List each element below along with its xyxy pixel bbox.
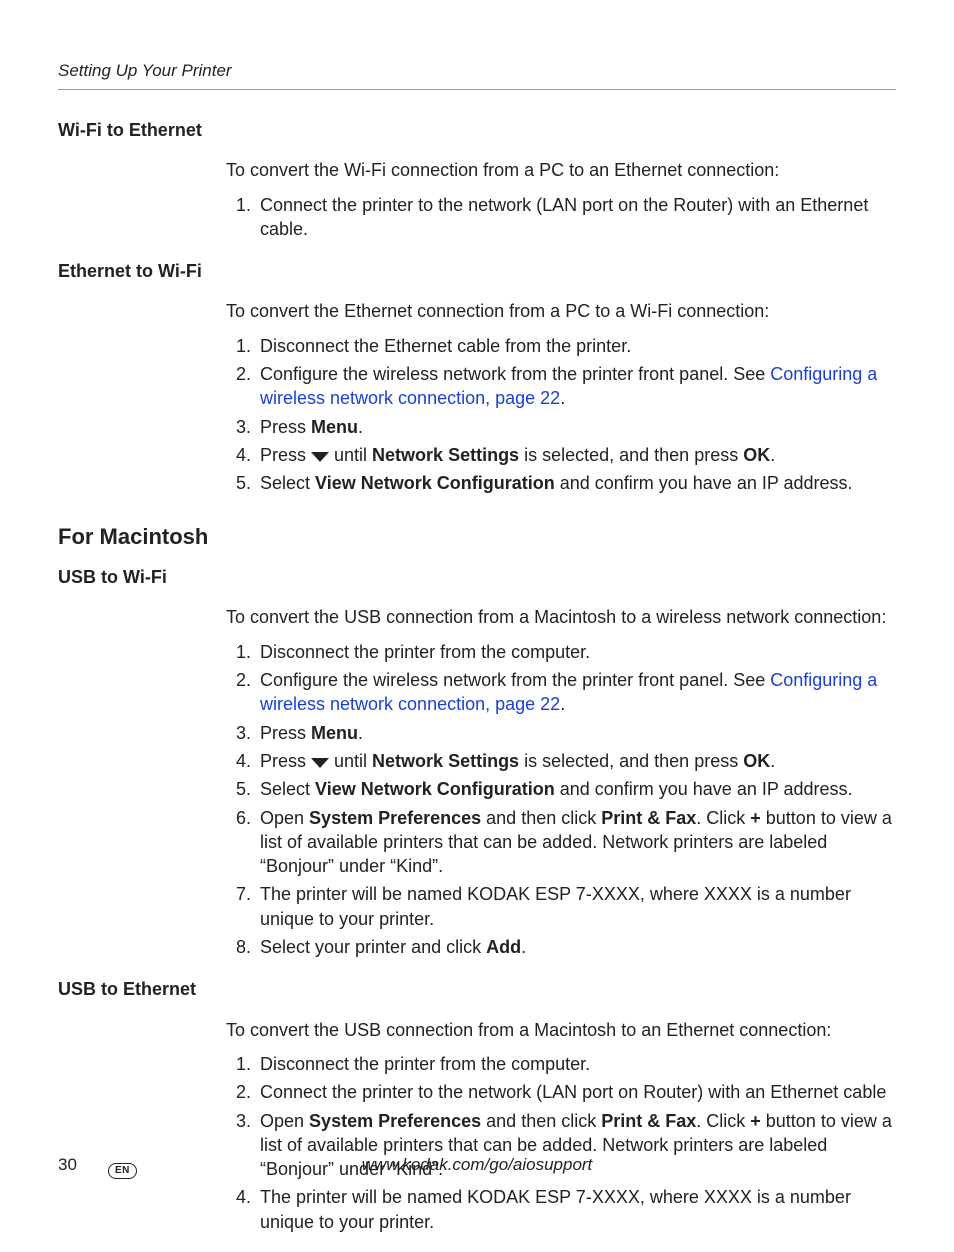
step-text: .	[770, 445, 775, 465]
ui-label: OK	[743, 751, 770, 771]
ui-label: Add	[486, 937, 521, 957]
step-item: Select View Network Configuration and co…	[256, 471, 896, 495]
ui-label: Print & Fax	[601, 808, 696, 828]
ui-label: View Network Configuration	[315, 473, 555, 493]
step-item: Configure the wireless network from the …	[256, 362, 896, 411]
page-content: Setting Up Your Printer Wi-Fi to Etherne…	[58, 60, 896, 1252]
down-arrow-icon	[311, 758, 329, 768]
step-text: Select	[260, 473, 315, 493]
step-text: Open	[260, 808, 309, 828]
steps-list: Disconnect the printer from the computer…	[226, 1052, 896, 1234]
step-text: .	[358, 417, 363, 437]
ui-label: +	[750, 1111, 761, 1131]
step-text: until	[329, 751, 372, 771]
ui-label: System Preferences	[309, 808, 481, 828]
down-arrow-icon	[311, 452, 329, 462]
step-item: Connect the printer to the network (LAN …	[256, 193, 896, 242]
step-text: Open	[260, 1111, 309, 1131]
steps-list: Disconnect the Ethernet cable from the p…	[226, 334, 896, 496]
step-item: Press until Network Settings is selected…	[256, 749, 896, 773]
step-item: Press Menu.	[256, 721, 896, 745]
intro-text: To convert the Wi-Fi connection from a P…	[226, 158, 896, 182]
heading-usb-to-ethernet: USB to Ethernet	[58, 977, 896, 1001]
footer-url: www.kodak.com/go/aiosupport	[58, 1154, 896, 1177]
step-text: until	[329, 445, 372, 465]
step-text: and confirm you have an IP address.	[555, 779, 853, 799]
step-text: Configure the wireless network from the …	[260, 670, 770, 690]
ui-label: Print & Fax	[601, 1111, 696, 1131]
step-text: .	[521, 937, 526, 957]
step-text: . Click	[696, 1111, 750, 1131]
ui-label: View Network Configuration	[315, 779, 555, 799]
step-text: Configure the wireless network from the …	[260, 364, 770, 384]
ui-label: Menu	[311, 723, 358, 743]
heading-usb-to-wifi: USB to Wi-Fi	[58, 565, 896, 589]
step-item: Select your printer and click Add.	[256, 935, 896, 959]
step-item: The printer will be named KODAK ESP 7-XX…	[256, 882, 896, 931]
step-item: Disconnect the printer from the computer…	[256, 1052, 896, 1076]
step-item: Select View Network Configuration and co…	[256, 777, 896, 801]
intro-text: To convert the USB connection from a Mac…	[226, 605, 896, 629]
step-item: Press Menu.	[256, 415, 896, 439]
step-text: Select your printer and click	[260, 937, 486, 957]
step-item: Press until Network Settings is selected…	[256, 443, 896, 467]
step-text: and then click	[481, 1111, 601, 1131]
step-item: Disconnect the printer from the computer…	[256, 640, 896, 664]
ui-label: System Preferences	[309, 1111, 481, 1131]
ui-label: Menu	[311, 417, 358, 437]
step-text: and confirm you have an IP address.	[555, 473, 853, 493]
step-text: Press	[260, 723, 311, 743]
step-item: Connect the printer to the network (LAN …	[256, 1080, 896, 1104]
step-item: Open System Preferences and then click P…	[256, 806, 896, 879]
step-text: .	[560, 388, 565, 408]
heading-ethernet-to-wifi: Ethernet to Wi-Fi	[58, 259, 896, 283]
intro-text: To convert the Ethernet connection from …	[226, 299, 896, 323]
step-text: Press	[260, 751, 311, 771]
running-header: Setting Up Your Printer	[58, 60, 896, 90]
step-text: Press	[260, 445, 311, 465]
step-text: and then click	[481, 808, 601, 828]
step-text: is selected, and then press	[519, 445, 743, 465]
intro-text: To convert the USB connection from a Mac…	[226, 1018, 896, 1042]
step-item: The printer will be named KODAK ESP 7-XX…	[256, 1185, 896, 1234]
ui-label: Network Settings	[372, 445, 519, 465]
step-item: Disconnect the Ethernet cable from the p…	[256, 334, 896, 358]
step-text: Press	[260, 417, 311, 437]
ui-label: OK	[743, 445, 770, 465]
heading-wifi-to-ethernet: Wi-Fi to Ethernet	[58, 118, 896, 142]
step-text: Select	[260, 779, 315, 799]
step-text: is selected, and then press	[519, 751, 743, 771]
steps-list: Disconnect the printer from the computer…	[226, 640, 896, 960]
step-text: .	[770, 751, 775, 771]
step-text: . Click	[696, 808, 750, 828]
step-text: .	[358, 723, 363, 743]
heading-for-macintosh: For Macintosh	[58, 522, 896, 552]
steps-list: Connect the printer to the network (LAN …	[226, 193, 896, 242]
ui-label: Network Settings	[372, 751, 519, 771]
ui-label: +	[750, 808, 761, 828]
step-text: .	[560, 694, 565, 714]
step-item: Configure the wireless network from the …	[256, 668, 896, 717]
